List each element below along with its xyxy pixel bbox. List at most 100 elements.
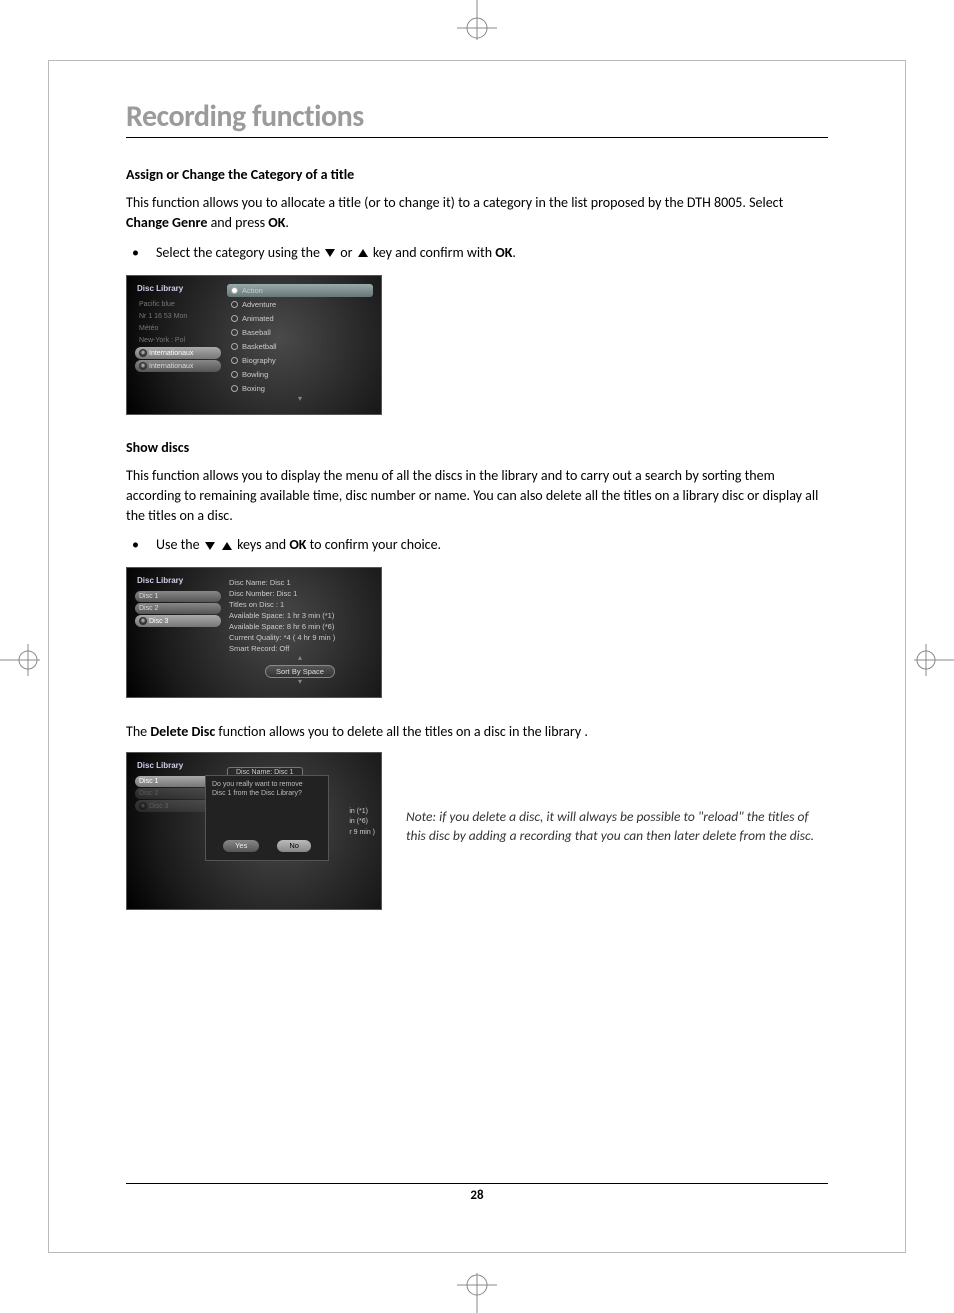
item-label: Disc 1 — [139, 778, 158, 785]
text: key and confirm with — [373, 244, 495, 261]
text: keys and — [237, 536, 289, 553]
genre-label: Boxing — [242, 384, 265, 393]
radio-icon — [231, 357, 238, 364]
title-list-item[interactable]: ◉Internationaux — [135, 360, 221, 372]
disc-info-line: Available Space: 1 hr 3 min (*1) — [229, 611, 373, 622]
title-list-item[interactable]: Météo — [135, 323, 221, 334]
radio-icon — [231, 301, 238, 308]
down-arrow-icon — [205, 542, 215, 550]
radio-icon — [231, 329, 238, 336]
dialog-text-line: Disc 1 from the Disc Library? — [212, 789, 322, 798]
item-label: Nr 1 16 53 Mon — [139, 313, 187, 320]
fragment-line: r 9 min ) — [349, 828, 375, 839]
radio-icon — [231, 315, 238, 322]
item-label: Disc 1 — [139, 593, 158, 600]
up-arrow-icon — [222, 542, 232, 550]
radio-icon — [231, 343, 238, 350]
genre-option[interactable]: Biography — [227, 354, 373, 367]
text: and press — [207, 214, 268, 231]
radio-icon — [231, 371, 238, 378]
genre-option[interactable]: Baseball — [227, 326, 373, 339]
heading-show-discs: Show discs — [126, 439, 828, 456]
bold-ok: OK — [495, 244, 512, 261]
text: . — [285, 214, 289, 231]
panel-title: Disc Library — [135, 576, 221, 585]
crop-mark-bottom — [447, 1263, 507, 1313]
bullet-icon: • — [126, 244, 156, 261]
fragment-line: in (*1) — [349, 807, 375, 818]
genre-option[interactable]: Basketball — [227, 340, 373, 353]
genre-label: Biography — [242, 356, 276, 365]
item-label: Météo — [139, 325, 158, 332]
radio-icon — [231, 287, 238, 294]
dialog-text-line: Do you really want to remove — [212, 780, 322, 789]
disc-icon: ◉ — [139, 362, 147, 370]
genre-option[interactable]: Boxing — [227, 382, 373, 395]
yes-button[interactable]: Yes — [223, 840, 259, 852]
item-label: Pacific blue — [139, 301, 175, 308]
genre-option[interactable]: Animated — [227, 312, 373, 325]
crop-mark-left — [0, 640, 50, 680]
disc-list-item[interactable]: Disc 2 — [135, 603, 221, 614]
genre-label: Bowling — [242, 370, 268, 379]
genre-label: Basketball — [242, 342, 277, 351]
crop-mark-right — [904, 640, 954, 680]
disc-info-line: Current Quality: *4 ( 4 hr 9 min ) — [229, 633, 373, 644]
no-button[interactable]: No — [277, 840, 311, 852]
genre-label: Baseball — [242, 328, 271, 337]
text: The — [126, 723, 150, 740]
sort-by-space-button[interactable]: Sort By Space — [265, 665, 335, 678]
item-label: Disc 3 — [149, 803, 168, 810]
text: Select the category using the — [156, 244, 323, 261]
genre-option[interactable]: Bowling — [227, 368, 373, 381]
fragment-line: in (*6) — [349, 817, 375, 828]
para-delete-disc: The Delete Disc function allows you to d… — [126, 722, 828, 742]
text: to confirm your choice. — [306, 536, 441, 553]
radio-icon — [231, 385, 238, 392]
heading-assign-category: Assign or Change the Category of a title — [126, 166, 828, 183]
text: This function allows you to allocate a t… — [126, 194, 783, 211]
title-list-item[interactable]: New-York : Pol — [135, 335, 221, 346]
title-list-item[interactable]: Nr 1 16 53 Mon — [135, 311, 221, 322]
panel-title: Disc Library — [135, 761, 221, 770]
background-text-fragment: in (*1)in (*6)r 9 min ) — [349, 807, 375, 839]
screenshot-change-genre: Disc Library Pacific blue Nr 1 16 53 Mon M… — [126, 275, 382, 415]
confirm-dialog: Do you really want to remove Disc 1 from… — [205, 775, 329, 861]
disc-info-line: Available Space: 8 hr 6 min (*6) — [229, 622, 373, 633]
text: . — [512, 244, 516, 261]
bold-ok: OK — [289, 536, 306, 553]
genre-label: Action — [242, 286, 263, 295]
title-list-item[interactable]: Pacific blue — [135, 299, 221, 310]
disc-info-line: Titles on Disc : 1 — [229, 600, 373, 611]
genre-option[interactable]: Adventure — [227, 298, 373, 311]
item-label: Disc 2 — [139, 790, 158, 797]
disc-list-item[interactable]: ◉Disc 3 — [135, 615, 221, 627]
page-title: Recording functions — [126, 98, 828, 138]
title-list-item[interactable]: ◉Internationaux — [135, 347, 221, 359]
screenshot-disc-library: Disc Library Disc 1Disc 2◉Disc 3 Disc Na… — [126, 567, 382, 697]
down-arrow-icon — [325, 249, 335, 257]
bold-delete-disc: Delete Disc — [150, 723, 215, 740]
text: or — [340, 244, 355, 261]
up-arrow-icon — [358, 249, 368, 257]
disc-list-item[interactable]: Disc 1 — [135, 591, 221, 602]
bullet-text: Select the category using the or key and… — [156, 244, 828, 261]
bullet-use-keys: • Use the keys and OK to confirm your ch… — [126, 536, 828, 553]
para-show-discs: This function allows you to display the … — [126, 466, 828, 527]
disc-icon: ◉ — [139, 617, 147, 625]
crop-mark-top — [447, 0, 507, 50]
disc-info-panel: Disc Name: Disc 1Disc Number: Disc 1Titl… — [227, 576, 373, 654]
panel-title: Disc Library — [135, 284, 221, 293]
genre-option[interactable]: Action — [227, 284, 373, 297]
para-assign-category: This function allows you to allocate a t… — [126, 193, 828, 234]
item-label: Internationaux — [149, 362, 193, 369]
disc-info-line: Disc Name: Disc 1 — [229, 578, 373, 589]
disc-icon: ◉ — [139, 802, 147, 810]
item-label: Internationaux — [149, 349, 193, 356]
bullet-icon: • — [126, 536, 156, 553]
page-number: 28 — [126, 1183, 828, 1203]
disc-info-line: Disc Number: Disc 1 — [229, 589, 373, 600]
item-label: Disc 3 — [149, 618, 168, 625]
note-reload-disc: Note: if you delete a disc, it will alwa… — [406, 752, 828, 846]
bullet-text: Use the keys and OK to confirm your choi… — [156, 536, 828, 553]
